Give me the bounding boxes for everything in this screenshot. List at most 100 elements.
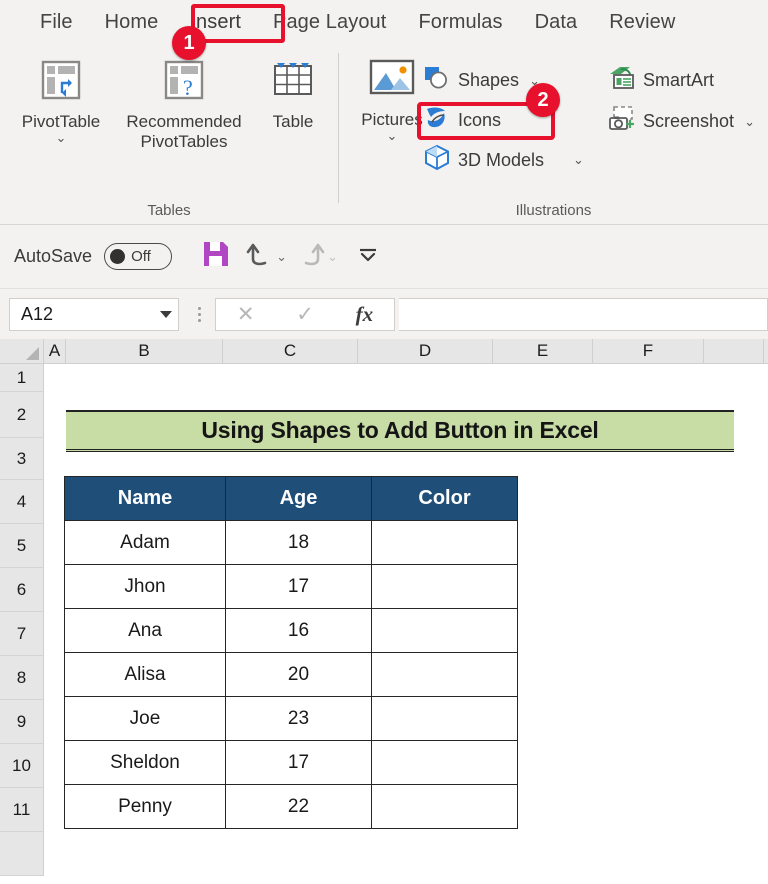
tab-review[interactable]: Review bbox=[593, 8, 691, 37]
icons-button[interactable]: Icons bbox=[423, 105, 501, 136]
row-header-9[interactable]: 9 bbox=[0, 700, 44, 744]
save-button[interactable] bbox=[194, 235, 238, 279]
tables-group-label: Tables bbox=[147, 202, 191, 219]
formula-bar-buttons: ✕ ✓ fx bbox=[215, 297, 395, 331]
row-header-8[interactable]: 8 bbox=[0, 656, 44, 700]
tab-formulas[interactable]: Formulas bbox=[402, 8, 518, 37]
cell-color[interactable] bbox=[371, 740, 518, 785]
name-box[interactable]: A12 bbox=[9, 297, 179, 331]
smartart-button[interactable]: SmartArt bbox=[608, 65, 714, 96]
table-icon bbox=[270, 57, 316, 108]
table-row[interactable]: Penny 22 bbox=[64, 784, 518, 829]
cell-name[interactable]: Sheldon bbox=[64, 740, 226, 785]
autosave-toggle[interactable]: Off bbox=[104, 243, 173, 270]
cell-name[interactable]: Jhon bbox=[64, 564, 226, 609]
tab-data[interactable]: Data bbox=[519, 8, 594, 37]
cell-age[interactable]: 20 bbox=[225, 652, 372, 697]
undo-dropdown-chevron-down-icon[interactable]: ⌄ bbox=[276, 249, 287, 265]
row-header-12[interactable] bbox=[0, 832, 44, 876]
cell-name[interactable]: Adam bbox=[64, 520, 226, 565]
table-row[interactable]: Jhon 17 bbox=[64, 564, 518, 609]
cell-color[interactable] bbox=[371, 608, 518, 653]
column-header-e[interactable]: E bbox=[493, 339, 593, 363]
cancel-x-icon[interactable]: ✕ bbox=[237, 302, 255, 327]
cell-name[interactable]: Alisa bbox=[64, 652, 226, 697]
tab-page-layout[interactable]: Page Layout bbox=[257, 8, 402, 37]
row-header-column: 1 2 3 4 5 6 7 8 9 10 11 bbox=[0, 364, 44, 876]
column-header-c[interactable]: C bbox=[223, 339, 358, 363]
row-header-5[interactable]: 5 bbox=[0, 524, 44, 568]
3d-models-button[interactable]: 3D Models ⌄ bbox=[423, 144, 584, 176]
ribbon-group-tables: PivotTable ⌄ ? Recommended PivotTables T… bbox=[0, 45, 338, 225]
column-header-f[interactable]: F bbox=[593, 339, 704, 363]
ribbon-tab-strip: File Home Insert Page Layout Formulas Da… bbox=[0, 0, 768, 45]
row-header-11[interactable]: 11 bbox=[0, 788, 44, 832]
cell-name[interactable]: Penny bbox=[64, 784, 226, 829]
column-header-partial[interactable] bbox=[704, 339, 764, 363]
table-header-age[interactable]: Age bbox=[225, 476, 372, 521]
cell-name[interactable]: Joe bbox=[64, 696, 226, 741]
table-label: Table bbox=[272, 112, 314, 131]
cell-age[interactable]: 17 bbox=[225, 564, 372, 609]
redo-dropdown-chevron-down-icon[interactable]: ⌄ bbox=[327, 249, 338, 265]
row-header-3[interactable]: 3 bbox=[0, 438, 44, 480]
cell-color[interactable] bbox=[371, 520, 518, 565]
column-header-a[interactable]: A bbox=[44, 339, 66, 363]
cell-age[interactable]: 18 bbox=[225, 520, 372, 565]
chevron-down-icon[interactable]: ⌄ bbox=[573, 152, 584, 168]
table-header-color[interactable]: Color bbox=[371, 476, 518, 521]
pictures-label: Pictures bbox=[361, 110, 423, 129]
recommended-pivottables-label: Recommended PivotTables bbox=[126, 112, 242, 151]
customize-toolbar-button[interactable] bbox=[346, 235, 390, 279]
chevron-down-icon[interactable]: ⌄ bbox=[56, 131, 67, 144]
table-row[interactable]: Sheldon 17 bbox=[64, 740, 518, 785]
tab-file[interactable]: File bbox=[24, 8, 89, 37]
cell-age[interactable]: 16 bbox=[225, 608, 372, 653]
row-header-2[interactable]: 2 bbox=[0, 392, 44, 438]
row-header-6[interactable]: 6 bbox=[0, 568, 44, 612]
column-header-b[interactable]: B bbox=[66, 339, 223, 363]
3d-models-label: 3D Models bbox=[458, 149, 545, 170]
row-header-10[interactable]: 10 bbox=[0, 744, 44, 788]
cell-age[interactable]: 22 bbox=[225, 784, 372, 829]
table-button[interactable]: Table bbox=[258, 57, 328, 132]
row-header-4[interactable]: 4 bbox=[0, 480, 44, 524]
table-header-row: Name Age Color bbox=[64, 476, 518, 521]
cell-color[interactable] bbox=[371, 652, 518, 697]
table-row[interactable]: Ana 16 bbox=[64, 608, 518, 653]
cell-color[interactable] bbox=[371, 564, 518, 609]
redo-arrow-icon bbox=[296, 239, 326, 274]
table-row[interactable]: Adam 18 bbox=[64, 520, 518, 565]
fx-icon[interactable]: fx bbox=[356, 302, 374, 327]
select-all-corner-icon[interactable] bbox=[0, 339, 44, 363]
callout-badge-1: 1 bbox=[172, 26, 206, 60]
table-header-name[interactable]: Name bbox=[64, 476, 226, 521]
tab-home[interactable]: Home bbox=[89, 8, 175, 37]
shapes-button[interactable]: Shapes ⌄ bbox=[423, 65, 540, 96]
enter-check-icon[interactable]: ✓ bbox=[296, 302, 314, 327]
row-header-7[interactable]: 7 bbox=[0, 612, 44, 656]
chevron-down-icon[interactable]: ⌄ bbox=[744, 114, 755, 130]
spreadsheet-grid: A B C D E F 1 2 3 4 5 6 7 8 9 10 11 Usin… bbox=[0, 339, 768, 884]
row-header-1[interactable]: 1 bbox=[0, 364, 44, 392]
formula-bar-resize-grip[interactable] bbox=[188, 306, 210, 322]
cell-name[interactable]: Ana bbox=[64, 608, 226, 653]
save-floppy-icon bbox=[201, 239, 231, 274]
table-row[interactable]: Joe 23 bbox=[64, 696, 518, 741]
column-header-row: A B C D E F bbox=[0, 339, 768, 364]
table-row[interactable]: Alisa 20 bbox=[64, 652, 518, 697]
chevron-down-icon[interactable]: ⌄ bbox=[387, 129, 398, 142]
recommended-pivottables-button[interactable]: ? Recommended PivotTables bbox=[108, 57, 260, 151]
column-header-d[interactable]: D bbox=[358, 339, 493, 363]
ribbon-group-illustrations: Pictures ⌄ Shapes ⌄ Icons 3D Models ⌄ Sm… bbox=[339, 45, 768, 225]
cell-age[interactable]: 17 bbox=[225, 740, 372, 785]
cell-area[interactable]: Using Shapes to Add Button in Excel Name… bbox=[44, 364, 768, 876]
formula-input[interactable] bbox=[399, 297, 768, 331]
name-box-dropdown-icon[interactable] bbox=[160, 310, 172, 318]
cell-color[interactable] bbox=[371, 784, 518, 829]
cell-color[interactable] bbox=[371, 696, 518, 741]
cell-age[interactable]: 23 bbox=[225, 696, 372, 741]
sheet-title-banner[interactable]: Using Shapes to Add Button in Excel bbox=[66, 410, 734, 452]
pivottable-button[interactable]: PivotTable ⌄ bbox=[14, 57, 108, 144]
screenshot-button[interactable]: Screenshot ⌄ bbox=[608, 105, 755, 138]
